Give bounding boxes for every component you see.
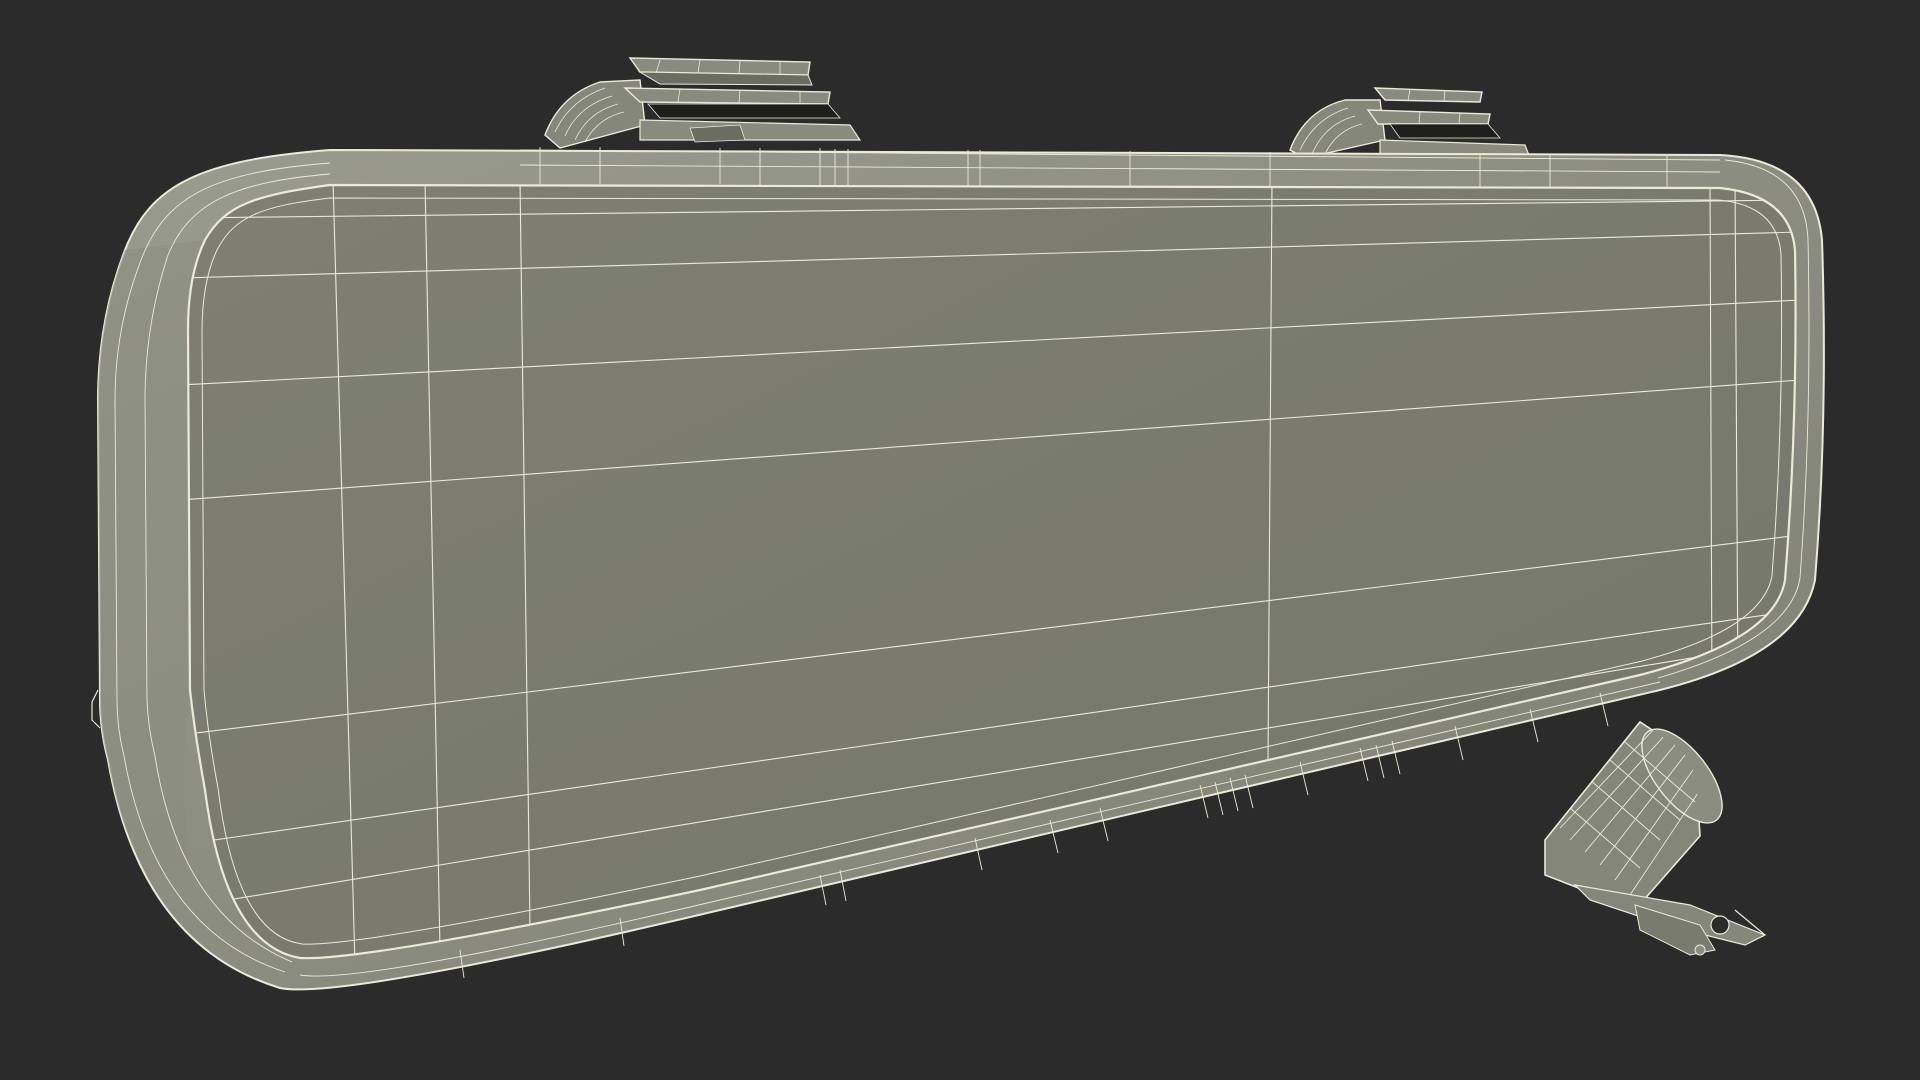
render-viewport	[0, 0, 1920, 1080]
